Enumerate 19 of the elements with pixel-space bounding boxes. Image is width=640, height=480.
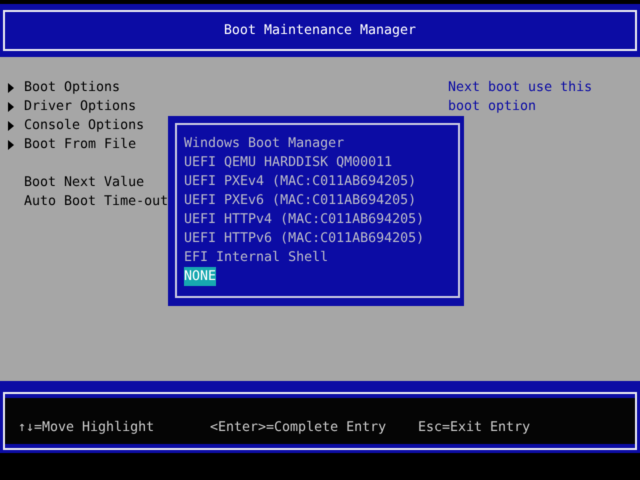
boot-option[interactable]: UEFI PXEv6 (MAC:C011AB694205)	[184, 191, 416, 210]
menu-item[interactable]: Boot From File	[24, 135, 136, 154]
key-hint: ↑↓=Move Highlight	[18, 418, 156, 436]
key-hint: Esc=Exit Entry	[418, 418, 530, 436]
menu-item[interactable]: Console Options	[24, 116, 144, 135]
boot-option[interactable]: UEFI PXEv4 (MAC:C011AB694205)	[184, 172, 416, 191]
boot-option[interactable]: Windows Boot Manager	[184, 134, 344, 153]
boot-option[interactable]: UEFI HTTPv6 (MAC:C011AB694205)	[184, 229, 424, 248]
help-text: boot option	[448, 98, 538, 116]
setting-label[interactable]: Boot Next Value	[24, 173, 144, 192]
page-title: Boot Maintenance Manager	[224, 22, 416, 40]
menu-item[interactable]: Driver Options	[24, 97, 136, 116]
help-text: Next boot use this	[448, 79, 592, 97]
key-hint: <Enter>=Complete Entry	[210, 418, 388, 436]
boot-option[interactable]: EFI Internal Shell	[184, 248, 328, 267]
setting-label[interactable]: Auto Boot Time-out	[24, 192, 168, 211]
boot-option[interactable]: UEFI QEMU HARDDISK QM00011	[184, 153, 392, 172]
boot-option[interactable]: UEFI HTTPv4 (MAC:C011AB694205)	[184, 210, 424, 229]
menu-item[interactable]: Boot Options	[24, 78, 120, 97]
